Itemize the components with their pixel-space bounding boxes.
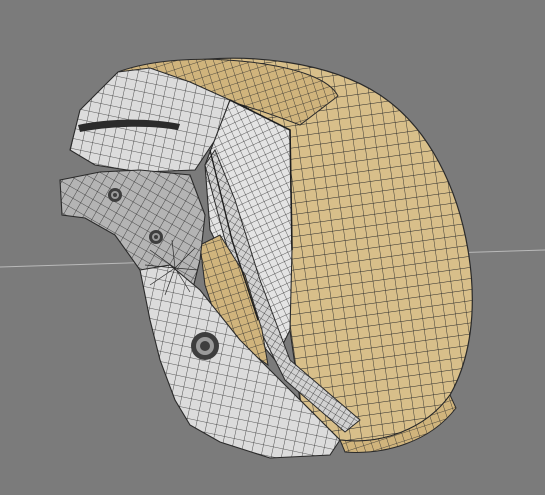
3d-viewport[interactable] — [0, 0, 545, 495]
bolt-icon — [191, 332, 219, 360]
bolt-icon — [108, 188, 122, 202]
viewport-canvas[interactable] — [0, 0, 545, 495]
bolt-icon — [149, 230, 163, 244]
